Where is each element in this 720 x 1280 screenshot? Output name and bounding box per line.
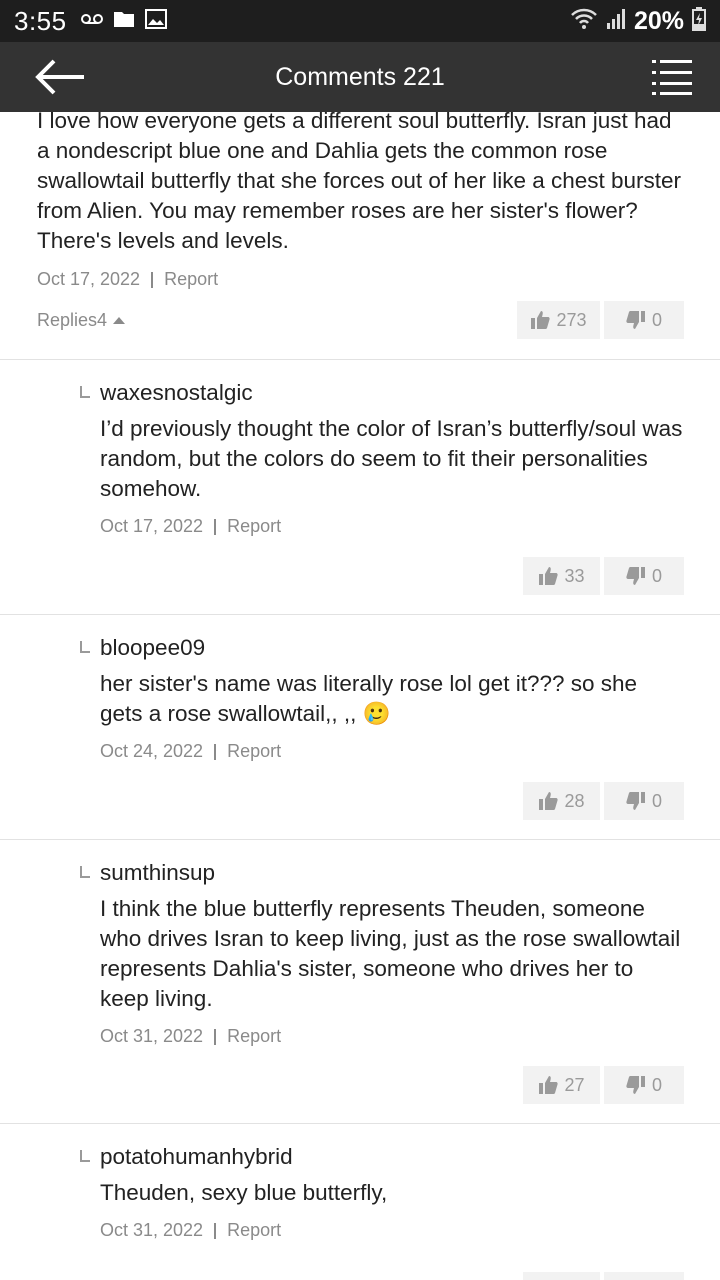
meta-divider: [214, 518, 217, 535]
like-button[interactable]: [523, 1272, 600, 1280]
comment-date: Oct 17, 2022: [37, 269, 141, 289]
dislike-count: 0: [651, 790, 662, 811]
reply-indent-icon: [80, 641, 90, 653]
vote-row: 33 0: [523, 557, 684, 595]
app-bar: Comments 221: [0, 42, 720, 112]
meta-divider: [214, 1222, 217, 1239]
vote-row: 28 0: [523, 782, 684, 820]
thumbs-up-icon: [539, 1076, 559, 1094]
thumbs-down-icon: [626, 792, 645, 810]
reply-date: Oct 17, 2022: [100, 516, 204, 536]
like-button[interactable]: 28: [523, 782, 600, 820]
reply-indent-icon: [80, 1150, 90, 1162]
status-time: 3:55: [14, 5, 67, 36]
signal-icon: [606, 8, 626, 35]
battery-percent: 20%: [633, 6, 684, 35]
like-button[interactable]: 273: [517, 301, 600, 339]
reply-meta: Oct 31, 2022 Report: [100, 1026, 684, 1047]
comment-meta: Oct 17, 2022 Report: [37, 269, 683, 290]
comments-list[interactable]: I love how everyone gets a different sou…: [0, 112, 720, 1280]
report-link[interactable]: Report: [227, 1220, 281, 1241]
reply-indent-icon: [80, 386, 90, 398]
voicemail-icon: [80, 12, 103, 30]
page-title: Comments 221: [275, 62, 445, 91]
status-notification-icons: [80, 8, 167, 34]
like-count: 27: [564, 1074, 585, 1095]
meta-divider: [151, 271, 154, 288]
reply-item: waxesnostalgic I’d previously thought th…: [0, 360, 720, 615]
reply-date: Oct 31, 2022: [100, 1220, 204, 1240]
like-button[interactable]: 27: [523, 1066, 600, 1104]
thumbs-up-icon: [539, 792, 559, 810]
replies-label: Replies: [37, 310, 98, 330]
thumbs-down-icon: [626, 1076, 645, 1094]
back-button[interactable]: [28, 56, 88, 98]
dislike-button[interactable]: 0: [604, 557, 684, 595]
vote-row: 273 0: [517, 301, 684, 339]
comment-text: I love how everyone gets a different sou…: [37, 112, 682, 253]
reply-item: potatohumanhybrid Theuden, sexy blue but…: [0, 1124, 720, 1280]
report-link[interactable]: Report: [227, 1026, 281, 1047]
report-link[interactable]: Report: [227, 516, 281, 537]
thumbs-down-icon: [626, 567, 645, 585]
like-count: 273: [556, 309, 587, 330]
vote-row: [523, 1272, 684, 1280]
vote-row: 27 0: [523, 1066, 684, 1104]
report-link[interactable]: Report: [227, 741, 281, 762]
reply-meta: Oct 24, 2022 Report: [100, 741, 684, 762]
folder-icon: [113, 10, 135, 33]
dislike-button[interactable]: [604, 1272, 684, 1280]
battery-charging-icon: [692, 6, 706, 36]
dislike-count: 0: [651, 565, 662, 586]
dislike-button[interactable]: 0: [604, 782, 684, 820]
meta-divider: [214, 743, 217, 760]
reply-indent-icon: [80, 866, 90, 878]
list-icon: [652, 60, 692, 95]
reply-item: bloopee09 her sister's name was literall…: [0, 615, 720, 840]
dislike-count: 0: [651, 1074, 662, 1095]
thumbs-up-icon: [531, 311, 551, 329]
main-comment: I love how everyone gets a different sou…: [0, 112, 720, 360]
status-bar: 3:55 20%: [0, 0, 720, 42]
replies-toggle[interactable]: Replies 4: [37, 310, 126, 331]
dislike-count: 0: [651, 309, 662, 330]
dislike-button[interactable]: 0: [604, 301, 684, 339]
report-link[interactable]: Report: [164, 269, 218, 290]
reply-text: her sister's name was literally rose lol…: [100, 671, 638, 726]
image-icon: [144, 8, 167, 34]
reply-meta: Oct 31, 2022 Report: [100, 1220, 684, 1241]
reply-text: I think the blue butterfly represents Th…: [100, 896, 681, 1011]
status-system-icons: 20%: [570, 6, 706, 36]
reply-meta: Oct 17, 2022 Report: [100, 516, 684, 537]
dislike-button[interactable]: 0: [604, 1066, 684, 1104]
reply-username[interactable]: sumthinsup: [100, 858, 684, 888]
meta-divider: [214, 1028, 217, 1045]
reply-item: sumthinsup I think the blue butterfly re…: [0, 840, 720, 1124]
replies-count: 4: [97, 310, 108, 330]
wifi-icon: [570, 8, 598, 35]
caret-up-icon: [113, 317, 126, 324]
reply-username[interactable]: potatohumanhybrid: [100, 1142, 684, 1172]
menu-button[interactable]: [652, 58, 692, 96]
thumbs-up-icon: [539, 567, 559, 585]
like-count: 28: [564, 790, 585, 811]
reply-username[interactable]: waxesnostalgic: [100, 378, 684, 408]
reply-date: Oct 24, 2022: [100, 741, 204, 761]
like-button[interactable]: 33: [523, 557, 600, 595]
reply-date: Oct 31, 2022: [100, 1026, 204, 1046]
thumbs-down-icon: [626, 311, 645, 329]
reply-text: Theuden, sexy blue butterfly,: [100, 1180, 388, 1205]
arrow-left-icon: [35, 59, 84, 95]
reply-text: I’d previously thought the color of Isra…: [100, 416, 683, 501]
like-count: 33: [564, 565, 585, 586]
reply-username[interactable]: bloopee09: [100, 633, 684, 663]
